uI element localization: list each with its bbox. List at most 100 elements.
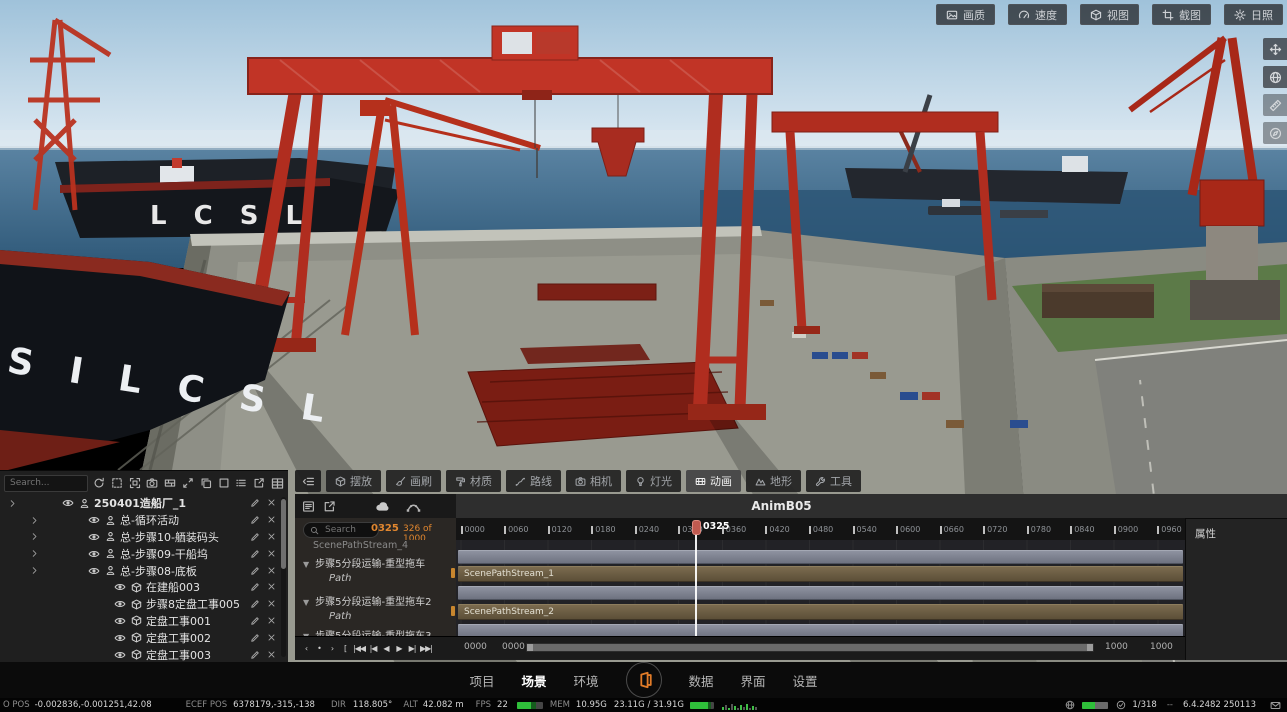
track-group[interactable]: ▼ 步骤5分段运输-重型拖车2 bbox=[303, 593, 456, 608]
marquee-select-button[interactable] bbox=[110, 475, 124, 492]
visibility-eye-icon[interactable] bbox=[114, 615, 126, 627]
cloud-button[interactable] bbox=[374, 498, 391, 515]
timeline-scrollbar[interactable] bbox=[526, 643, 1094, 652]
select-none-button[interactable] bbox=[217, 475, 231, 492]
delete-icon[interactable] bbox=[267, 633, 276, 642]
track-bar-gray[interactable] bbox=[458, 624, 1183, 636]
prev-button[interactable]: ‹ bbox=[301, 644, 311, 653]
chevron-right-icon[interactable] bbox=[30, 532, 39, 541]
quality-button[interactable]: 画质 bbox=[936, 4, 995, 25]
compass-tool-button[interactable] bbox=[1263, 122, 1287, 144]
skip-start-button[interactable]: |◀◀ bbox=[353, 644, 366, 653]
focus-button[interactable] bbox=[128, 475, 142, 492]
tab-light[interactable]: 灯光 bbox=[626, 470, 681, 492]
tab-route[interactable]: 路线 bbox=[506, 470, 561, 492]
nav-interface[interactable]: 界面 bbox=[741, 671, 766, 690]
step-forward-button[interactable]: ▶| bbox=[407, 644, 417, 653]
chevron-down-icon[interactable]: ▼ bbox=[303, 598, 309, 607]
tree-item[interactable]: 定盘工事002 bbox=[0, 629, 279, 646]
keyframe-marker[interactable] bbox=[451, 606, 455, 616]
delete-icon[interactable] bbox=[267, 515, 276, 524]
edit-icon[interactable] bbox=[250, 532, 260, 542]
visibility-eye-icon[interactable] bbox=[88, 548, 100, 560]
tab-tools[interactable]: 工具 bbox=[806, 470, 861, 492]
visibility-eye-icon[interactable] bbox=[114, 581, 126, 593]
scrollbar-left-handle[interactable] bbox=[527, 644, 533, 651]
tab-animation[interactable]: 动画 bbox=[686, 470, 741, 492]
track-name[interactable]: ScenePathStream_4 bbox=[313, 540, 456, 551]
move-tool-button[interactable] bbox=[1263, 38, 1287, 60]
delete-icon[interactable] bbox=[267, 650, 276, 659]
tree-item[interactable]: 在建船003 bbox=[0, 579, 279, 596]
delete-icon[interactable] bbox=[267, 566, 276, 575]
mail-icon[interactable] bbox=[1270, 700, 1281, 711]
tree-item[interactable]: 总-步骤08-底板 bbox=[0, 562, 279, 579]
chevron-right-icon[interactable] bbox=[30, 549, 39, 558]
track-bar-gray[interactable] bbox=[458, 550, 1183, 564]
visibility-eye-icon[interactable] bbox=[62, 497, 74, 509]
delete-icon[interactable] bbox=[267, 599, 276, 608]
track-bar-gray[interactable] bbox=[458, 586, 1183, 600]
app-logo-button[interactable] bbox=[625, 662, 662, 698]
delete-icon[interactable] bbox=[267, 498, 276, 507]
tree-item[interactable]: 总-循环活动 bbox=[0, 512, 279, 529]
speed-button[interactable]: 速度 bbox=[1008, 4, 1067, 25]
tab-material[interactable]: 材质 bbox=[446, 470, 501, 492]
hierarchy-search-input[interactable] bbox=[4, 474, 88, 492]
play-reverse-button[interactable]: ◀ bbox=[381, 644, 391, 653]
scrollbar-right-handle[interactable] bbox=[1087, 644, 1093, 651]
expand-button[interactable] bbox=[181, 475, 195, 492]
view-button[interactable]: 视图 bbox=[1080, 4, 1139, 25]
delete-icon[interactable] bbox=[267, 616, 276, 625]
skip-end-button[interactable]: ▶▶| bbox=[420, 644, 433, 653]
timeline-list-button[interactable] bbox=[300, 498, 317, 515]
refresh-button[interactable] bbox=[92, 475, 106, 492]
track-bar-stream[interactable]: ScenePathStream_1 bbox=[458, 566, 1183, 582]
export-button[interactable] bbox=[252, 475, 266, 492]
visibility-eye-icon[interactable] bbox=[88, 531, 100, 543]
list-view-button[interactable] bbox=[235, 475, 249, 492]
playhead-handle[interactable] bbox=[692, 520, 701, 535]
delete-icon[interactable] bbox=[267, 582, 276, 591]
timeline-ruler[interactable]: 0000 0060 0120 0180 0240 0300 0360 0420 … bbox=[456, 518, 1185, 541]
tree-item[interactable]: 定盘工事003 bbox=[0, 646, 279, 663]
edit-icon[interactable] bbox=[250, 582, 260, 592]
visibility-eye-icon[interactable] bbox=[88, 514, 100, 526]
edit-icon[interactable] bbox=[250, 650, 260, 660]
tree-item[interactable]: 总-步骤10-舾装码头 bbox=[0, 529, 279, 546]
collapse-menu-button[interactable] bbox=[295, 470, 321, 492]
camera-button[interactable] bbox=[145, 475, 159, 492]
track-path[interactable]: Path bbox=[329, 573, 456, 584]
chevron-right-icon[interactable] bbox=[30, 516, 39, 525]
track-group[interactable]: ▼ 步骤5分段运输-重型拖车 bbox=[303, 555, 456, 570]
nav-scene[interactable]: 场景 bbox=[521, 671, 546, 690]
edit-icon[interactable] bbox=[250, 566, 260, 576]
nav-settings[interactable]: 设置 bbox=[793, 671, 818, 690]
track-bar-stream[interactable]: ScenePathStream_2 bbox=[458, 604, 1183, 620]
hierarchy-scrollbar[interactable] bbox=[281, 497, 286, 657]
measure-tool-button[interactable] bbox=[1263, 94, 1287, 116]
visibility-eye-icon[interactable] bbox=[114, 632, 126, 644]
edit-icon[interactable] bbox=[250, 549, 260, 559]
nav-data[interactable]: 数据 bbox=[689, 671, 714, 690]
tree-item[interactable]: 250401造船厂_1 bbox=[0, 495, 279, 512]
tab-camera[interactable]: 相机 bbox=[566, 470, 621, 492]
tab-brush[interactable]: 画刷 bbox=[386, 470, 441, 492]
grid-view-button[interactable] bbox=[270, 475, 284, 492]
edit-icon[interactable] bbox=[250, 599, 260, 609]
track-path[interactable]: Path bbox=[329, 611, 456, 622]
tab-place[interactable]: 摆放 bbox=[326, 470, 381, 492]
play-button[interactable]: ▶ bbox=[394, 644, 404, 653]
visibility-eye-icon[interactable] bbox=[88, 565, 100, 577]
nav-environment[interactable]: 环境 bbox=[573, 671, 598, 690]
timeline-open-button[interactable] bbox=[321, 498, 338, 515]
copy-button[interactable] bbox=[199, 475, 213, 492]
screenshot-button[interactable]: 截图 bbox=[1152, 4, 1211, 25]
edit-icon[interactable] bbox=[250, 633, 260, 643]
tree-item[interactable]: 定盘工事001 bbox=[0, 613, 279, 630]
sunlight-button[interactable]: 日照 bbox=[1224, 4, 1283, 25]
chevron-right-icon[interactable] bbox=[30, 566, 39, 575]
record-button[interactable]: • bbox=[314, 644, 324, 653]
wall-button[interactable] bbox=[163, 475, 177, 492]
delete-icon[interactable] bbox=[267, 532, 276, 541]
